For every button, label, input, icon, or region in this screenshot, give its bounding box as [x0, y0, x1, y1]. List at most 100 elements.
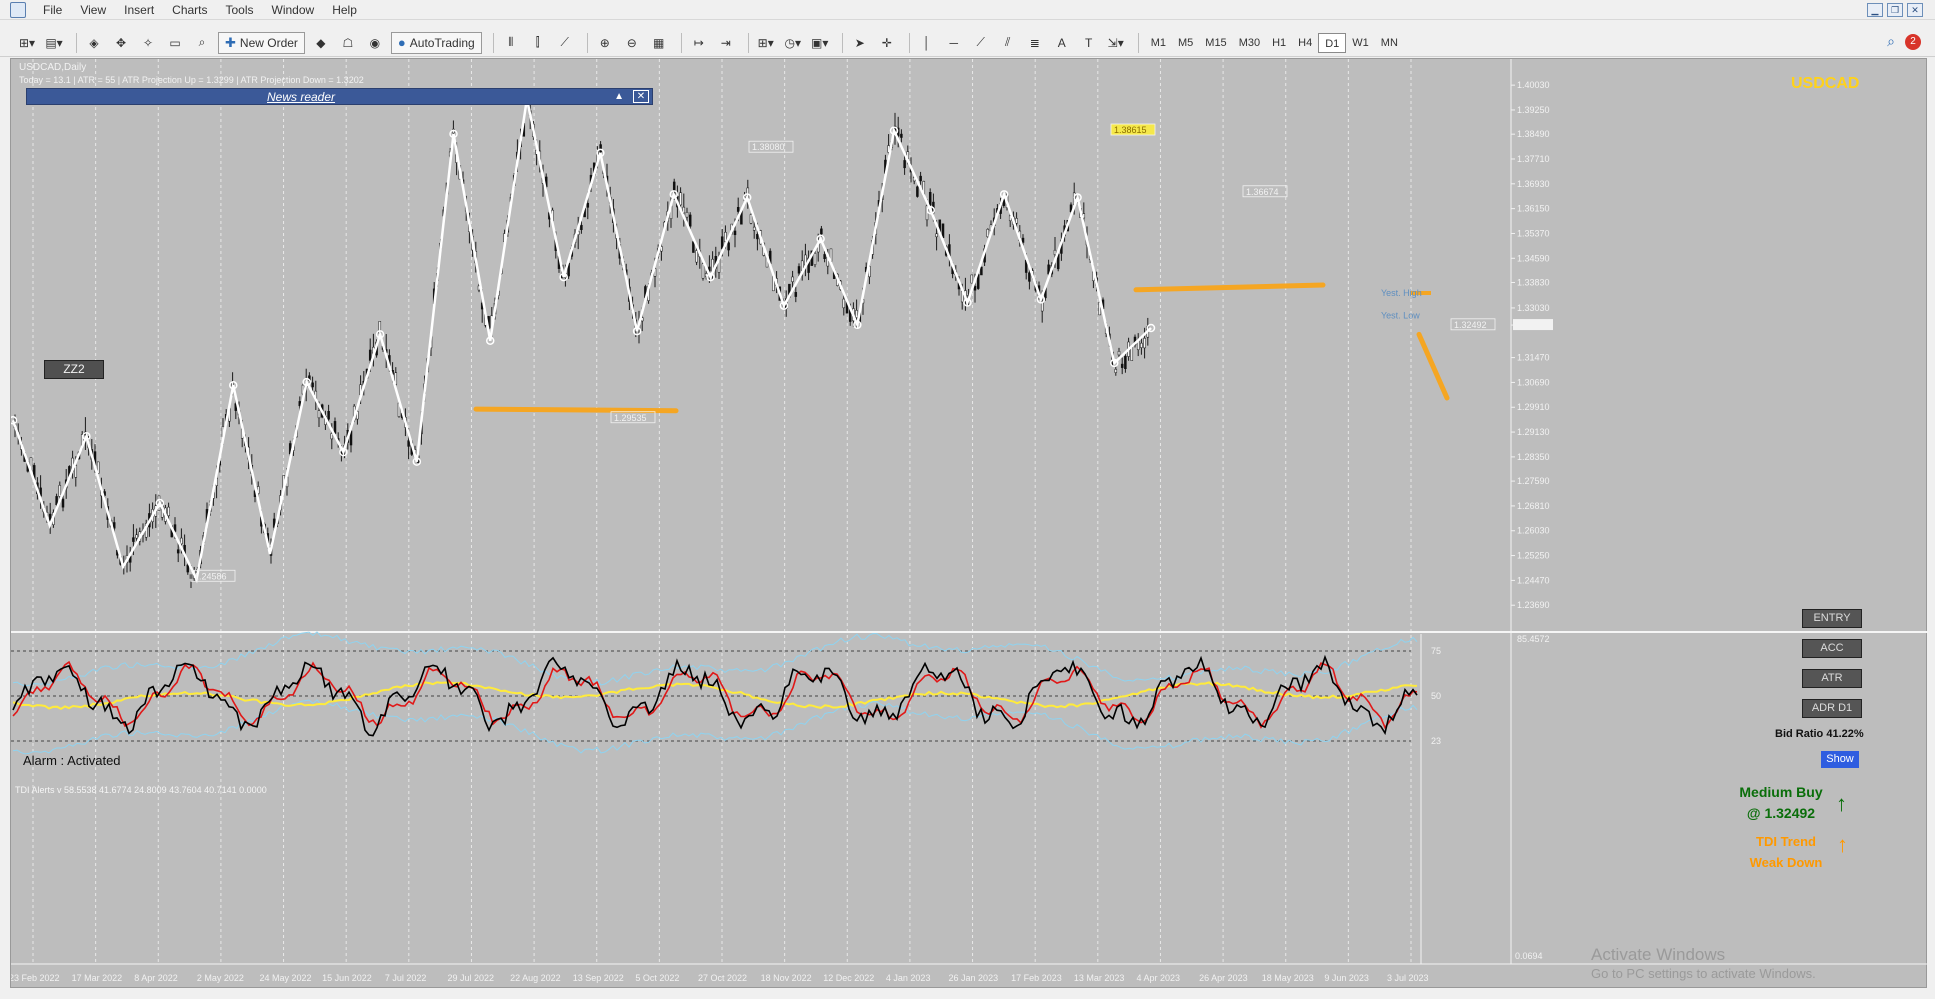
x-tick-label: 15 Jun 2022	[322, 973, 372, 983]
menu-view[interactable]: View	[71, 3, 115, 17]
data-window-icon[interactable]: ✧	[137, 32, 159, 54]
tf-mn[interactable]: MN	[1375, 33, 1404, 53]
periods-icon[interactable]: ◷▾	[782, 32, 804, 54]
news-reader-bar[interactable]: News reader ▲ ✕	[26, 88, 653, 105]
channel-icon[interactable]: ⫽	[997, 32, 1019, 54]
show-button[interactable]: Show	[1821, 751, 1859, 768]
x-tick-label: 7 Jul 2022	[385, 973, 427, 983]
strategy-tester-icon[interactable]: ⌕	[191, 32, 213, 54]
indicator-axis-top: 85.4572	[1517, 634, 1550, 644]
arrow-up-icon: ↑	[1837, 832, 1848, 857]
tf-m30[interactable]: M30	[1233, 33, 1266, 53]
line-chart-icon[interactable]: ⟋	[554, 32, 576, 54]
menu-file[interactable]: File	[34, 3, 71, 17]
candle-body	[928, 191, 932, 206]
tf-d1[interactable]: D1	[1318, 32, 1347, 53]
tf-m15[interactable]: M15	[1199, 33, 1232, 53]
acc-button[interactable]: ACC	[1802, 639, 1862, 658]
autotrading-button[interactable]: ● AutoTrading	[390, 31, 482, 54]
candle-body	[919, 175, 922, 182]
yest-low-label: Yest. Low	[1381, 310, 1420, 320]
menu-charts[interactable]: Charts	[163, 3, 216, 17]
minimize-icon[interactable]: ▁	[1867, 3, 1883, 17]
x-tick-label: 17 Feb 2023	[1011, 973, 1062, 983]
x-tick-label: 26 Jan 2023	[949, 973, 999, 983]
x-tick-label: 12 Dec 2022	[823, 973, 874, 983]
fibonacci-icon[interactable]: ≣	[1024, 32, 1046, 54]
candle-body	[311, 382, 314, 388]
signals-icon[interactable]: ☖	[337, 32, 359, 54]
candle-body	[61, 498, 65, 508]
x-tick-label: 23 Feb 2022	[11, 973, 60, 983]
symbol-label: USDCAD	[1791, 75, 1860, 92]
bar-chart-icon[interactable]: ⫴	[500, 32, 522, 54]
price-chart[interactable]: 23 Feb 2022 17 Mar 2022 8 Apr 2022 2 May 20…	[11, 59, 1928, 989]
candle-body	[752, 226, 756, 231]
menu-window[interactable]: Window	[263, 3, 324, 17]
close-icon[interactable]: ✕	[633, 90, 649, 103]
tf-h1[interactable]: H1	[1266, 33, 1292, 53]
vertical-line-icon[interactable]: │	[916, 32, 938, 54]
y-tick-label: 1.25250	[1517, 551, 1550, 561]
candlestick-icon[interactable]: ⫿	[527, 32, 549, 54]
x-tick-label: 27 Oct 2022	[698, 973, 747, 983]
terminal-icon[interactable]: ▭	[164, 32, 186, 54]
indicator-level-label: 75	[1431, 646, 1441, 656]
y-tick-label: 1.24470	[1517, 575, 1550, 585]
zz2-button[interactable]: ZZ2	[44, 360, 104, 379]
x-tick-label: 29 Jul 2022	[447, 973, 494, 983]
candle-body	[1140, 342, 1143, 348]
tf-w1[interactable]: W1	[1346, 33, 1375, 53]
tile-windows-icon[interactable]: ▦	[648, 32, 670, 54]
y-tick-label: 1.40030	[1517, 80, 1550, 90]
x-tick-label: 4 Jan 2023	[886, 973, 931, 983]
y-tick-label: 1.39250	[1517, 105, 1550, 115]
autoscroll-icon[interactable]: ↦	[688, 32, 710, 54]
candle-body	[679, 192, 682, 206]
zoom-in-icon[interactable]: ⊕	[594, 32, 616, 54]
market-icon[interactable]: ◉	[364, 32, 386, 54]
tf-h4[interactable]: H4	[1292, 33, 1318, 53]
restore-icon[interactable]: ❐	[1887, 3, 1903, 17]
new-order-button[interactable]: ✚ New Order	[218, 31, 305, 54]
candle-body	[599, 144, 602, 153]
candle-body	[916, 186, 919, 197]
adr-d1-button[interactable]: ADR D1	[1802, 699, 1862, 718]
indicators-icon[interactable]: ⊞▾	[755, 32, 777, 54]
candle-body	[749, 214, 753, 224]
new-order-icon: ✚	[225, 34, 236, 50]
search-icon[interactable]: ⌕	[1887, 33, 1895, 50]
zoom-out-icon[interactable]: ⊖	[621, 32, 643, 54]
candle-body	[685, 212, 689, 218]
close-icon[interactable]: ✕	[1907, 3, 1923, 17]
arrows-icon[interactable]: ⇲▾	[1105, 32, 1127, 54]
profiles-icon[interactable]: ▤▾	[43, 32, 65, 54]
menu-insert[interactable]: Insert	[115, 3, 163, 17]
label-icon[interactable]: T	[1078, 32, 1100, 54]
notifications-badge[interactable]: 2	[1905, 33, 1921, 50]
text-icon[interactable]: A	[1051, 32, 1073, 54]
chart-window[interactable]: 23 Feb 2022 17 Mar 2022 8 Apr 2022 2 May 20…	[10, 58, 1928, 989]
menu-tools[interactable]: Tools	[217, 3, 263, 17]
market-watch-icon[interactable]: ◈	[83, 32, 105, 54]
metaeditor-icon[interactable]: ◆	[310, 32, 332, 54]
collapse-icon[interactable]: ▲	[614, 91, 624, 102]
y-tick-label: 1.34590	[1517, 253, 1550, 263]
crosshair-icon[interactable]: ✛	[876, 32, 898, 54]
candle-body	[701, 263, 705, 279]
trendline-icon[interactable]: ⟋	[970, 32, 992, 54]
atr-button[interactable]: ATR	[1802, 669, 1862, 688]
menu-help[interactable]: Help	[323, 3, 366, 17]
cursor-icon[interactable]: ➤	[849, 32, 871, 54]
entry-button[interactable]: ENTRY	[1802, 609, 1862, 628]
navigator-icon[interactable]: ✥	[110, 32, 132, 54]
x-tick-label: 4 Apr 2023	[1136, 973, 1180, 983]
current-price-box	[1513, 319, 1553, 331]
chart-shift-icon[interactable]: ⇥	[715, 32, 737, 54]
new-chart-icon[interactable]: ⊞▾	[16, 32, 38, 54]
tf-m5[interactable]: M5	[1172, 33, 1199, 53]
horizontal-line-icon[interactable]: ─	[943, 32, 965, 54]
templates-icon[interactable]: ▣▾	[809, 32, 831, 54]
tf-m1[interactable]: M1	[1145, 33, 1172, 53]
news-reader-link[interactable]: News reader	[267, 90, 335, 104]
